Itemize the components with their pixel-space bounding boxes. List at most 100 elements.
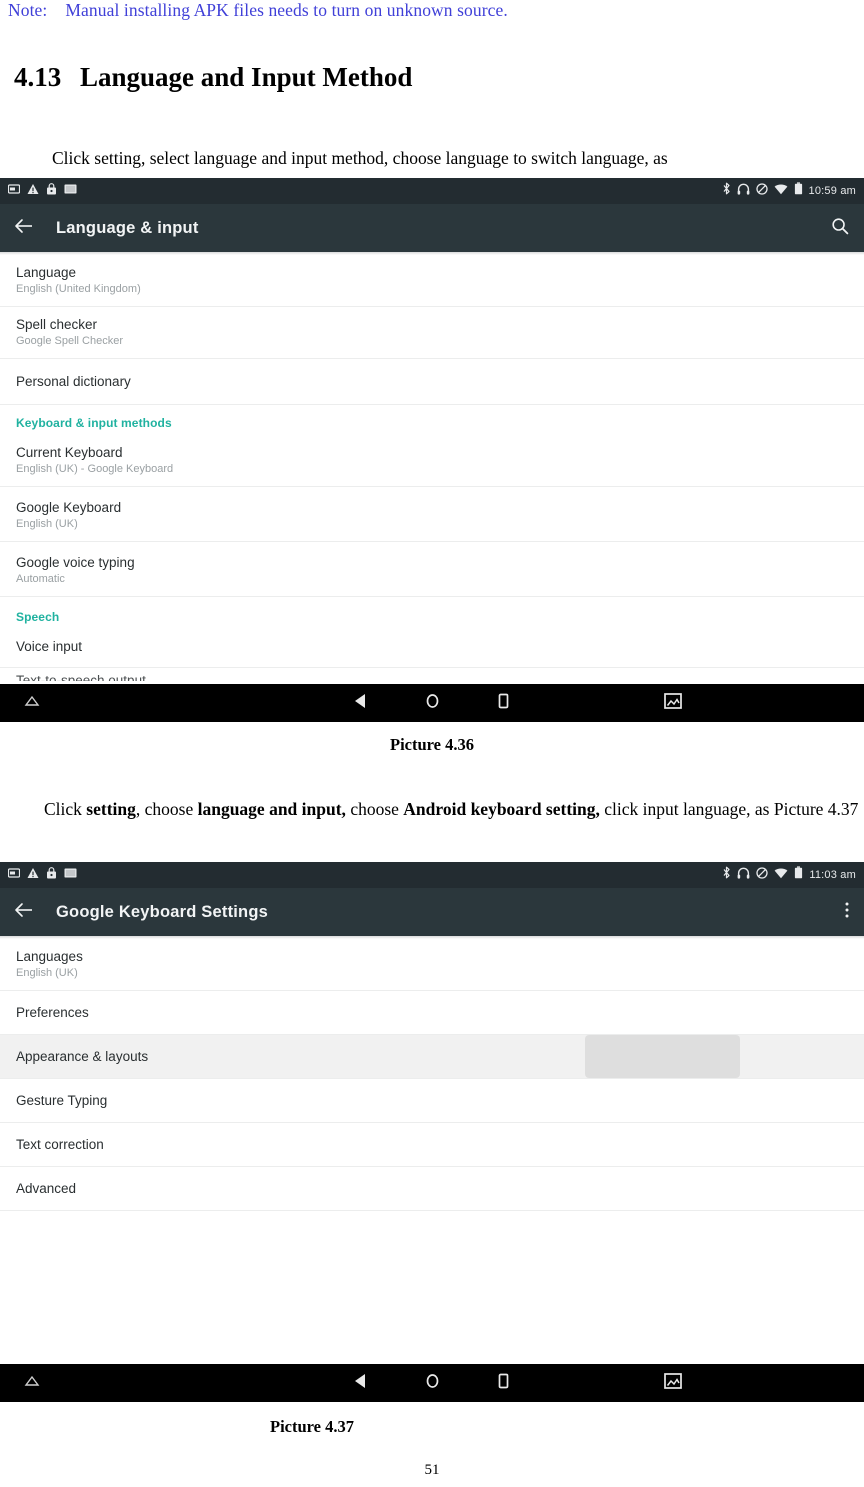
- recents-icon[interactable]: [495, 1372, 512, 1395]
- list-item-title: Spell checker: [16, 317, 98, 332]
- screenshot-icon[interactable]: [663, 1372, 683, 1395]
- section-header-keyboard-input-methods: Keyboard & input methods: [0, 405, 864, 435]
- section-header-label: Keyboard & input methods: [16, 416, 172, 430]
- paragraph-2: Click setting, choose language and input…: [44, 795, 864, 823]
- settings-list: Language English (United Kingdom) Spell …: [0, 255, 864, 681]
- list-item-title: Text correction: [16, 1137, 104, 1152]
- list-item-voice-input[interactable]: Voice input: [0, 629, 864, 668]
- list-item-text-correction[interactable]: Text correction: [0, 1123, 864, 1167]
- warning-triangle-icon: [27, 866, 39, 884]
- warning-triangle-icon: [27, 182, 39, 200]
- list-item-title: Text-to-speech output: [16, 673, 146, 681]
- list-item-gesture-typing[interactable]: Gesture Typing: [0, 1079, 864, 1123]
- note-line: Note: Manual installing APK files needs t…: [8, 0, 856, 24]
- wifi-icon: [774, 182, 788, 200]
- para2-bold-language-and-input: language and input,: [197, 799, 346, 819]
- bluetooth-icon: [722, 866, 731, 884]
- screenshot-language-and-input: 10:59 am Language & input Language Engli…: [0, 178, 864, 722]
- list-item-title: Languages: [16, 949, 83, 964]
- list-item-title: Appearance & layouts: [16, 1049, 149, 1064]
- list-item-title: Language: [16, 265, 77, 280]
- para2-bold-setting: setting: [86, 799, 136, 819]
- do-not-disturb-icon: [755, 182, 768, 200]
- para2-bold-android-keyboard-setting: Android keyboard setting,: [403, 799, 600, 819]
- back-icon[interactable]: [353, 692, 370, 715]
- page-title: 4.13 Language and Input Method: [14, 62, 854, 102]
- navigation-buttons: [0, 1372, 864, 1395]
- app-toolbar: Google Keyboard Settings: [0, 888, 864, 936]
- list-item-subtitle: Automatic: [16, 573, 65, 585]
- list-item-current-keyboard[interactable]: Current Keyboard English (UK) - Google K…: [0, 435, 864, 487]
- list-item-title: Personal dictionary: [16, 374, 131, 389]
- caption-picture-4-37: Picture 4.37: [269, 1417, 354, 1436]
- list-item-subtitle: English (United Kingdom): [16, 283, 141, 295]
- list-item-google-voice-typing[interactable]: Google voice typing Automatic: [0, 542, 864, 597]
- home-circle-icon[interactable]: [424, 1372, 441, 1395]
- wifi-icon: [774, 866, 788, 884]
- list-item-google-keyboard[interactable]: Google Keyboard English (UK): [0, 487, 864, 542]
- app-toolbar: Language & input: [0, 204, 864, 252]
- list-item-text-to-speech-output[interactable]: Text-to-speech output: [0, 668, 864, 681]
- list-item-title: Current Keyboard: [16, 445, 123, 460]
- list-item-subtitle: English (UK) - Google Keyboard: [16, 463, 174, 475]
- back-icon[interactable]: [353, 1372, 370, 1395]
- para2-part-4: click input language, as Picture 4.37: [599, 799, 859, 819]
- navigation-bar: [0, 684, 864, 722]
- list-item-appearance-and-layouts[interactable]: Appearance & layouts: [0, 1035, 864, 1079]
- status-bar-right-icons: 11:03 am: [722, 866, 856, 884]
- status-bar-clock: 11:03 am: [809, 869, 856, 881]
- status-bar-left-icons: [7, 866, 77, 884]
- toolbar-actions: [830, 216, 850, 241]
- list-item-subtitle: English (UK): [16, 967, 78, 979]
- screenshot-icon: [64, 866, 77, 884]
- do-not-disturb-icon: [756, 866, 768, 884]
- usb-lock-icon: [46, 182, 57, 200]
- arrow-back-icon[interactable]: [14, 218, 34, 239]
- status-bar: 10:59 am: [0, 178, 864, 204]
- list-item-personal-dictionary[interactable]: Personal dictionary: [0, 359, 864, 405]
- list-item-advanced[interactable]: Advanced: [0, 1167, 864, 1211]
- paragraph-1: Click setting, select language and input…: [52, 148, 668, 168]
- settings-list: Languages English (UK) Preferences Appea…: [0, 939, 864, 1211]
- screenshot-icon[interactable]: [663, 692, 683, 715]
- list-item-subtitle: Google Spell Checker: [16, 335, 124, 347]
- list-item-languages[interactable]: Languages English (UK): [0, 939, 864, 991]
- headset-icon: [737, 182, 750, 200]
- para2-part-2: , choose: [135, 799, 198, 819]
- battery-icon: [794, 182, 803, 200]
- screenshot-icon: [64, 182, 77, 200]
- list-item-title: Google Keyboard: [16, 500, 122, 515]
- list-item-subtitle: English (UK): [16, 518, 78, 530]
- list-item-spell-checker[interactable]: Spell checker Google Spell Checker: [0, 307, 864, 359]
- list-item-title: Google voice typing: [16, 555, 135, 570]
- sd-card-icon: [7, 182, 21, 200]
- para2-part-1: Click: [44, 799, 87, 819]
- status-bar: 11:03 am: [0, 862, 864, 888]
- recents-icon[interactable]: [495, 692, 512, 715]
- overflow-menu-icon[interactable]: [844, 900, 850, 925]
- home-circle-icon[interactable]: [424, 692, 441, 715]
- bluetooth-icon: [722, 182, 731, 200]
- status-bar-left-icons: [7, 182, 77, 200]
- document-page: Note: Manual installing APK files needs t…: [0, 0, 864, 1487]
- caption-picture-4-36: Picture 4.36: [389, 735, 474, 754]
- status-bar-clock: 10:59 am: [808, 185, 856, 197]
- para2-part-3: choose: [345, 799, 404, 819]
- arrow-back-icon[interactable]: [14, 902, 34, 923]
- list-item-language[interactable]: Language English (United Kingdom): [0, 255, 864, 307]
- page-number: 51: [424, 1462, 440, 1478]
- section-header-label: Speech: [16, 610, 60, 624]
- note-text: Manual installing APK files needs to tur…: [65, 0, 508, 20]
- toolbar-title: Google Keyboard Settings: [56, 902, 268, 921]
- status-bar-right-icons: 10:59 am: [722, 182, 856, 200]
- list-item-title: Gesture Typing: [16, 1093, 108, 1108]
- list-item-title: Advanced: [16, 1181, 77, 1196]
- navigation-buttons: [0, 692, 864, 715]
- list-item-preferences[interactable]: Preferences: [0, 991, 864, 1035]
- toolbar-actions: [844, 900, 850, 925]
- search-icon[interactable]: [830, 216, 850, 241]
- list-item-title: Voice input: [16, 639, 83, 654]
- toolbar-title: Language & input: [56, 218, 199, 237]
- note-label: Note:: [8, 0, 48, 20]
- heading-title: Language and Input Method: [80, 62, 413, 92]
